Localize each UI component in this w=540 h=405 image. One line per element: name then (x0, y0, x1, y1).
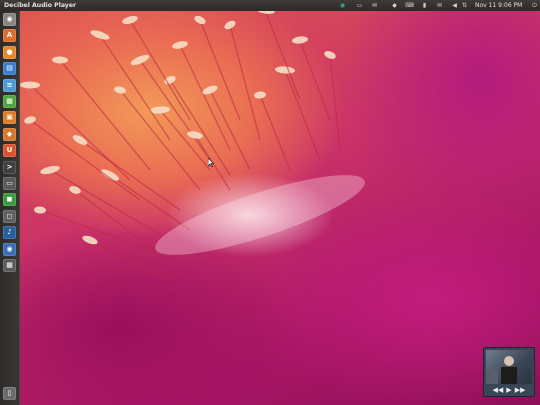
play-icon[interactable]: ▶ (506, 386, 511, 394)
workspace-switcher-glyph: ▦ (6, 261, 13, 269)
app-blue-glyph: ◉ (6, 244, 13, 253)
power-icon[interactable]: ⏻ (530, 1, 539, 10)
monitor-glyph: ▭ (6, 179, 13, 187)
mini-player-widget[interactable]: ◀◀ ▶ ▶▶ (483, 347, 535, 397)
presentation-icon[interactable]: ▣ (3, 111, 16, 125)
firefox-glyph: ● (6, 47, 13, 56)
dropbox-icon[interactable]: ◆ (390, 1, 399, 10)
trash-glyph: ▯ (7, 389, 12, 397)
terminal-icon[interactable]: > (3, 160, 16, 174)
player-controls: ◀◀ ▶ ▶▶ (484, 385, 534, 395)
app-grey-glyph: ◻ (6, 211, 13, 220)
spreadsheet-glyph: ▦ (6, 97, 13, 105)
mail-icon[interactable]: ✉ (435, 1, 444, 10)
dash-home-glyph: ◉ (6, 15, 13, 23)
app-green-icon[interactable]: ◼ (3, 193, 16, 207)
clock[interactable]: Nov 11 9:06 PM (475, 2, 522, 9)
launcher: ◉ A ● ▤ ≡ ▦ ▣ ◆ U > ▭ ◼ ◻ ♪ ◉ ▦ ▯ (0, 11, 20, 405)
volume-icon[interactable]: ◀ (450, 1, 459, 10)
window-icon[interactable]: ▭ (355, 1, 364, 10)
app-title: Decibel Audio Player (4, 1, 77, 9)
audio-player-icon[interactable]: ♪ (3, 226, 16, 240)
flower-stamens (20, 6, 365, 281)
album-art (486, 350, 532, 384)
chat-icon[interactable]: ✉ (370, 1, 379, 10)
next-icon[interactable]: ▶▶ (515, 386, 526, 394)
firefox-icon[interactable]: ● (3, 45, 16, 59)
workspace-switcher-icon[interactable]: ▦ (3, 259, 16, 272)
desktop-wallpaper (0, 0, 540, 405)
app-blue-icon[interactable]: ◉ (3, 242, 16, 256)
previous-icon[interactable]: ◀◀ (493, 386, 504, 394)
mouse-cursor-icon (208, 158, 214, 167)
keyboard-icon[interactable]: ⌨ (405, 1, 414, 10)
monitor-icon[interactable]: ▭ (3, 177, 16, 190)
files-glyph: ▤ (6, 64, 13, 73)
app-grey-icon[interactable]: ◻ (3, 209, 16, 223)
terminal-glyph: > (6, 162, 13, 171)
app-green-glyph: ◼ (6, 195, 13, 204)
spreadsheet-icon[interactable]: ▦ (3, 95, 16, 108)
document-icon[interactable]: ≡ (3, 78, 16, 92)
ubuntu-one-launcher-glyph: U (6, 146, 13, 155)
audio-player-glyph: ♪ (7, 228, 12, 237)
dash-home-icon[interactable]: ◉ (3, 13, 16, 26)
trash-icon[interactable]: ▯ (3, 387, 16, 400)
network-icon[interactable]: ⇅ (460, 1, 469, 10)
ubuntu-one-icon[interactable]: ◉ (338, 1, 347, 10)
battery-icon[interactable]: ▮ (420, 1, 429, 10)
presentation-glyph: ▣ (6, 113, 13, 122)
software-center-glyph: ◆ (6, 129, 13, 138)
top-panel: Decibel Audio Player ◉ ▭ ✉ ◆ ⌨ ▮ ✉ ◀ ⇅ ⏻ Nov 11 9… (0, 0, 540, 11)
document-glyph: ≡ (6, 80, 13, 89)
files-icon[interactable]: ▤ (3, 62, 16, 76)
software-center-icon[interactable]: ◆ (3, 127, 16, 141)
ubuntu-software-glyph: A (6, 31, 13, 40)
ubuntu-one-launcher-icon[interactable]: U (3, 144, 16, 158)
ubuntu-software-icon[interactable]: A (3, 29, 16, 43)
